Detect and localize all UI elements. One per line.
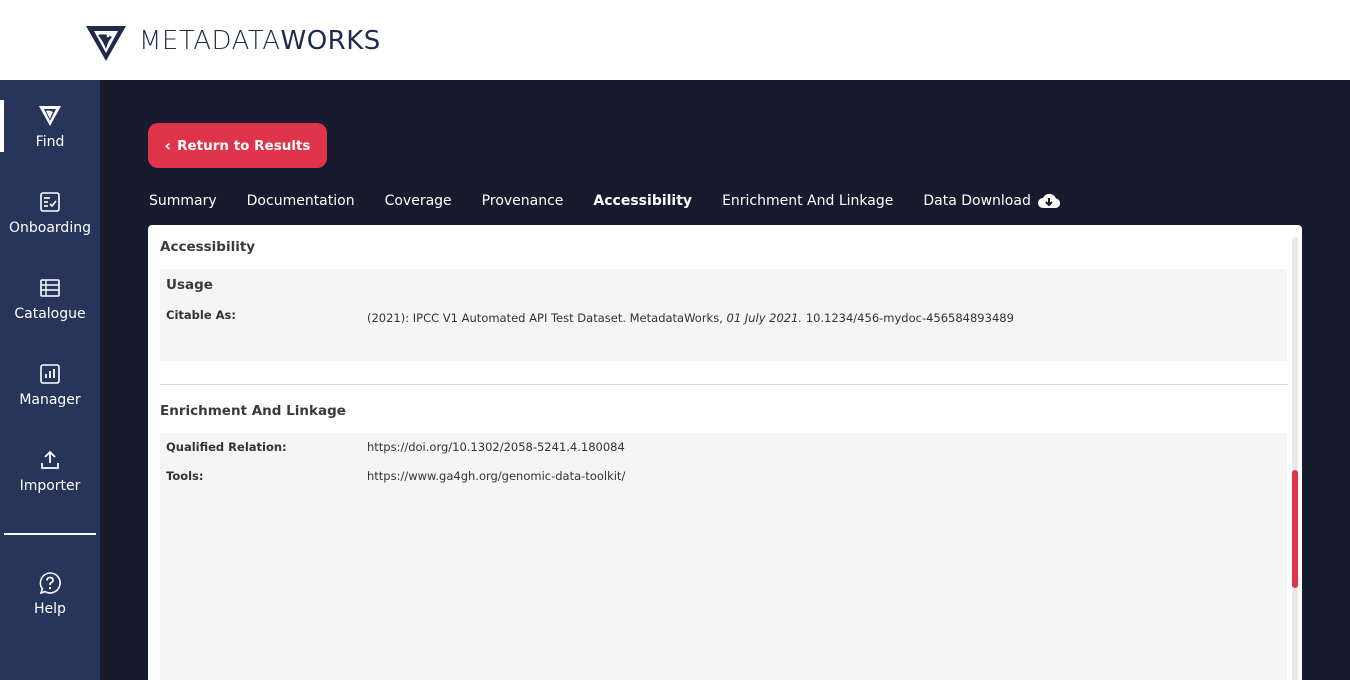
tools-label: Tools: [166, 469, 204, 483]
qualified-relation-row: Qualified Relation: https://doi.org/10.1… [166, 440, 1276, 458]
return-button-label: Return to Results [177, 137, 311, 154]
top-bar: METADATAWORKS [0, 0, 1350, 80]
sidebar-item-label: Find [35, 134, 65, 150]
tab-summary[interactable]: Summary [149, 193, 217, 209]
accessibility-heading: Accessibility [160, 239, 256, 255]
citable-as-value: (2021): IPCC V1 Automated API Test Datas… [367, 311, 1014, 325]
sidebar-item-manager[interactable]: Manager [0, 362, 100, 432]
catalogue-icon [38, 276, 62, 300]
citable-as-label: Citable As: [166, 308, 236, 322]
manager-icon [38, 362, 62, 386]
sidebar-item-label: Catalogue [14, 306, 86, 322]
importer-icon [38, 448, 62, 472]
bird-logo-icon [86, 26, 126, 61]
onboarding-icon [38, 190, 62, 214]
tab-accessibility[interactable]: Accessibility [593, 193, 692, 209]
tools-row: Tools: https://www.ga4gh.org/genomic-dat… [166, 469, 1276, 487]
tab-documentation[interactable]: Documentation [247, 193, 355, 209]
sidebar-item-importer[interactable]: Importer [0, 448, 100, 518]
cloud-download-icon [1037, 193, 1060, 208]
return-to-results-button[interactable]: ‹ Return to Results [148, 123, 327, 168]
tab-enrichment-and-linkage[interactable]: Enrichment And Linkage [722, 193, 893, 209]
tools-link[interactable]: https://www.ga4gh.org/genomic-data-toolk… [367, 469, 625, 483]
sidebar-item-find[interactable]: Find [0, 100, 100, 174]
usage-block: Usage Citable As: (2021): IPCC V1 Automa… [160, 269, 1287, 361]
sidebar-item-label: Importer [19, 478, 81, 494]
help-icon [38, 571, 62, 595]
find-icon [38, 104, 62, 128]
qualified-relation-link[interactable]: https://doi.org/10.1302/2058-5241.4.1800… [367, 440, 625, 454]
tab-bar: Summary Documentation Coverage Provenanc… [149, 190, 1091, 212]
details-panel: Accessibility Usage Citable As: (2021): … [148, 225, 1302, 680]
sidebar-item-label: Help [34, 601, 66, 617]
brand-name: METADATAWORKS [139, 26, 381, 56]
sidebar-item-onboarding[interactable]: Onboarding [0, 190, 100, 260]
sidebar-item-help[interactable]: Help [0, 571, 100, 641]
tab-coverage[interactable]: Coverage [385, 193, 452, 209]
sidebar-item-label: Onboarding [9, 220, 91, 236]
brand-logo[interactable]: METADATAWORKS [86, 20, 381, 62]
scrollbar-track[interactable] [1292, 237, 1298, 680]
section-divider [160, 384, 1288, 385]
tab-data-download[interactable]: Data Download [923, 192, 1060, 210]
qualified-relation-label: Qualified Relation: [166, 440, 287, 454]
chevron-left-icon: ‹ [164, 136, 172, 155]
scrollbar-thumb[interactable] [1292, 470, 1298, 588]
usage-heading: Usage [166, 277, 213, 293]
sidebar-item-label: Manager [19, 392, 81, 408]
sidebar-item-catalogue[interactable]: Catalogue [0, 276, 100, 346]
enrichment-block: Qualified Relation: https://doi.org/10.1… [160, 433, 1287, 680]
tab-provenance[interactable]: Provenance [482, 193, 564, 209]
enrichment-heading: Enrichment And Linkage [160, 403, 346, 419]
citable-as-row: Citable As: (2021): IPCC V1 Automated AP… [166, 308, 1276, 326]
main-area: ‹ Return to Results Summary Documentatio… [100, 80, 1350, 680]
sidebar-divider [4, 533, 96, 535]
tab-data-download-label: Data Download [923, 193, 1031, 209]
sidebar: Find Onboarding Catalogue Manager Import… [0, 80, 100, 680]
